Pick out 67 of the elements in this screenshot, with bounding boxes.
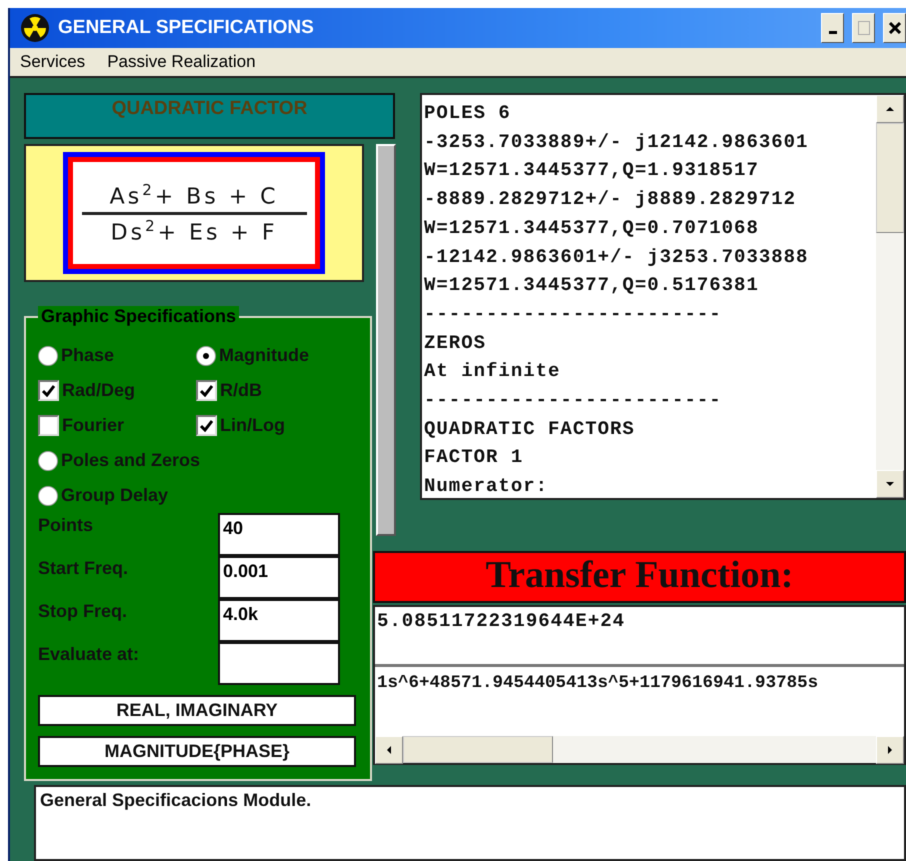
result-line: -8889.2829712+/- j8889.2829712: [424, 187, 798, 212]
input-field[interactable]: 4.0k: [218, 599, 340, 642]
scroll-right-button[interactable]: [876, 736, 904, 764]
radio-option[interactable]: Phase: [38, 345, 196, 366]
numerator-text: 5.08511722319644E+24: [377, 610, 626, 632]
input-field[interactable]: 40: [218, 513, 340, 556]
vertical-scrollbar[interactable]: [876, 95, 904, 498]
radio-option[interactable]: Poles and Zeros: [38, 450, 360, 471]
field-label: Evaluate at:: [38, 643, 140, 666]
section-header: QUADRATIC FACTOR: [24, 93, 395, 139]
radio-icon[interactable]: [38, 346, 58, 366]
status-text: General Specificacions Module.: [40, 790, 312, 810]
transfer-function-header: Transfer Function:: [373, 551, 906, 603]
right-arrow-icon: [885, 745, 895, 755]
group-title: Graphic Specifications: [38, 306, 240, 327]
radio-option[interactable]: Magnitude: [196, 345, 360, 366]
scroll-up-button[interactable]: [876, 95, 904, 123]
result-line: POLES 6: [424, 101, 512, 126]
result-line: W=12571.3445377,Q=0.7071068: [424, 216, 760, 241]
radiation-icon: [20, 12, 50, 43]
scroll-left-button[interactable]: [375, 736, 403, 764]
denominator-text: 1s^6+48571.9454405413s^5+1179616941.93785s: [377, 673, 818, 693]
field-label: Points: [38, 514, 94, 537]
menu-item[interactable]: Passive Realization: [107, 52, 256, 72]
action-button[interactable]: REAL, IMAGINARY: [38, 695, 356, 726]
result-line: FACTOR 1: [424, 445, 524, 470]
checkbox-icon[interactable]: [38, 380, 59, 401]
field-label: Start Freq.: [38, 557, 130, 580]
checkbox-icon[interactable]: [196, 380, 217, 401]
up-arrow-icon: [885, 104, 895, 114]
checkbox-option[interactable]: Lin/Log: [196, 415, 360, 436]
checkbox-icon[interactable]: [196, 415, 217, 436]
action-button[interactable]: MAGNITUDE{PHASE}: [38, 736, 356, 767]
result-line: -12142.9863601+/- j3253.7033888: [424, 244, 810, 270]
result-line: QUADRATIC FACTORS: [424, 416, 636, 442]
checkbox-icon[interactable]: [38, 415, 59, 436]
minimize-button[interactable]: [821, 12, 844, 43]
checkbox-option[interactable]: R/dB: [196, 380, 360, 401]
radio-icon[interactable]: [38, 450, 58, 470]
result-line: ZEROS: [424, 330, 488, 356]
result-line: ------------------------: [424, 302, 723, 327]
result-line: W=12571.3445377,Q=0.5176381: [424, 273, 760, 298]
result-line: ------------------------: [424, 388, 723, 414]
radio-option[interactable]: Group Delay: [38, 485, 360, 506]
close-icon: [888, 22, 900, 34]
scroll-down-button[interactable]: [876, 470, 904, 498]
horizontal-scrollbar[interactable]: [375, 736, 904, 763]
result-line: -3253.7033889+/- j12142.9863601: [424, 130, 810, 155]
result-line: At infinite: [424, 359, 562, 384]
numerator-formula: As$^{2}$+ Bs + C: [110, 181, 278, 210]
maximize-icon: [858, 20, 870, 35]
denominator-formula: Ds$^{2}$+ Es + F: [110, 216, 278, 245]
field-label: Stop Freq.: [38, 600, 128, 623]
minimize-icon: [828, 31, 836, 34]
maximize-button[interactable]: [852, 12, 875, 43]
input-field[interactable]: [218, 642, 340, 685]
result-line: Numerator:: [424, 474, 550, 500]
input-field[interactable]: 0.001: [218, 556, 340, 599]
checkbox-option[interactable]: Fourier: [38, 415, 196, 436]
radio-icon[interactable]: [196, 346, 216, 366]
menu-item[interactable]: Services: [20, 52, 86, 72]
checkbox-option[interactable]: Rad/Deg: [38, 380, 196, 401]
down-arrow-icon: [885, 479, 895, 489]
radio-icon[interactable]: [38, 486, 58, 506]
result-line: W=12571.3445377,Q=1.9318517: [424, 158, 760, 184]
window-title: GENERAL SPECIFICATIONS: [58, 16, 315, 39]
close-button[interactable]: [883, 12, 906, 43]
